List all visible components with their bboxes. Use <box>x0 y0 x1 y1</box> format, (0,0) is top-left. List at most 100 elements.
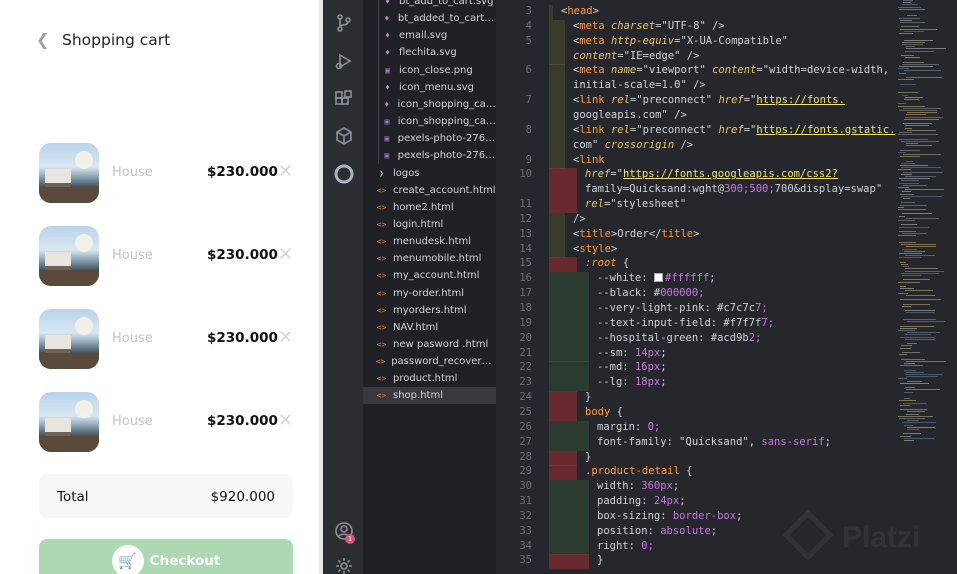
explorer-file[interactable]: <> my_account.html <box>363 267 496 284</box>
indent-marker <box>549 480 589 496</box>
code-line[interactable]: font-family: "Quicksand", sans-serif; <box>597 436 831 448</box>
code-line[interactable]: <link rel="preconnect" href="https://fon… <box>573 94 845 106</box>
code-line[interactable]: } <box>585 391 591 403</box>
explorer-file[interactable]: ▣ icon_close.png <box>363 62 496 79</box>
line-number: 29 <box>519 465 532 478</box>
code-line[interactable]: --md: 16px; <box>597 361 667 373</box>
minimap-line <box>899 231 916 232</box>
remote-explorer-icon[interactable] <box>333 126 355 148</box>
close-icon[interactable]: ✕ <box>278 410 293 431</box>
explorer-file[interactable]: ▣ icon_shopping_cart.... <box>363 113 496 130</box>
code-line[interactable]: <link rel="preconnect" href="https://fon… <box>573 124 895 136</box>
code-line[interactable]: <style> <box>573 243 617 255</box>
code-line[interactable]: margin: 0; <box>597 421 660 433</box>
minimap-line <box>901 272 939 274</box>
explorer-file-name: password_recovery2.h... <box>391 356 496 368</box>
code-line[interactable]: content="IE=edge" /> <box>573 50 699 62</box>
explorer-file[interactable]: <> NAV.html <box>363 319 496 336</box>
html-file-icon: <> <box>376 219 387 229</box>
close-icon[interactable]: ✕ <box>278 161 293 182</box>
minimap-line <box>907 112 937 114</box>
code-line[interactable]: } <box>597 554 603 566</box>
code-line[interactable]: --very-light-pink: #c7c7c7; <box>597 302 768 314</box>
explorer-file[interactable]: <> home2.html <box>363 199 496 216</box>
indent-marker <box>549 257 577 273</box>
cart-item: House $230.000 ✕ <box>39 143 299 203</box>
code-line[interactable]: family=Quicksand:wght@300;500;700&displa… <box>585 183 882 195</box>
explorer-file[interactable]: ♦ email.svg <box>363 27 496 44</box>
code-line[interactable]: --hospital-green: #acd9b2; <box>597 332 761 344</box>
code-line[interactable]: rel="stylesheet" <box>585 198 686 210</box>
code-line[interactable]: } <box>585 451 591 463</box>
minimap[interactable] <box>898 0 948 441</box>
line-number: 27 <box>519 435 532 448</box>
explorer-file[interactable]: ♦ icon_shopping_cart_... <box>363 96 496 113</box>
code-line[interactable]: initial-scale=1.0" /> <box>573 79 706 91</box>
chevron-left-icon[interactable]: ❮ <box>36 30 60 49</box>
explorer-file[interactable]: <> new pasword .html <box>363 336 496 353</box>
code-line[interactable]: --black: #000000; <box>597 287 704 299</box>
explorer-file[interactable]: <> menudesk.html <box>363 233 496 250</box>
checkout-button[interactable]: 🛒 Checkout <box>39 539 293 574</box>
product-thumbnail[interactable] <box>39 309 99 369</box>
code-line[interactable]: padding: 24px; <box>597 495 686 507</box>
code-line[interactable]: <meta http-equiv="X-UA-Compatible" <box>573 35 788 47</box>
source-control-icon[interactable] <box>333 13 355 35</box>
code-line[interactable]: com" crossorigin /> <box>573 139 693 151</box>
indent-marker <box>549 539 589 555</box>
color-swatch[interactable] <box>653 273 663 283</box>
minimap-line <box>898 169 911 171</box>
product-thumbnail[interactable] <box>39 392 99 452</box>
explorer-file[interactable]: <> product.html <box>363 370 496 387</box>
explorer-file[interactable]: <> create_account.html <box>363 182 496 199</box>
svg-file-icon: ♦ <box>385 31 390 41</box>
settings-icon[interactable] <box>333 556 355 574</box>
explorer-file[interactable]: ♦ bt_add_to_cart.svg <box>363 0 496 10</box>
code-line[interactable]: <meta charset="UTF-8" /> <box>573 20 725 32</box>
explorer-file[interactable]: ♦ icon_menu.svg <box>363 79 496 96</box>
line-number: 4 <box>525 19 532 32</box>
explorer-file[interactable]: <> shop.html <box>363 387 496 405</box>
code-line[interactable]: .product-detail { <box>585 465 692 477</box>
html-file-icon: <> <box>375 357 386 367</box>
code-line[interactable]: --text-input-field: #f7f7f7; <box>597 317 774 329</box>
code-line[interactable]: <link <box>573 154 605 166</box>
run-debug-icon[interactable] <box>333 51 355 73</box>
code-line[interactable]: --sm: 14px; <box>597 347 667 359</box>
explorer-file[interactable]: <> my-order.html <box>363 285 496 302</box>
product-thumbnail[interactable] <box>39 143 99 203</box>
code-line[interactable]: googleapis.com" /> <box>573 109 687 121</box>
product-thumbnail[interactable] <box>39 226 99 286</box>
close-icon[interactable]: ✕ <box>278 244 293 265</box>
explorer-file[interactable]: ♦ bt_added_to_cart.svg <box>363 10 496 27</box>
edge-devtools-icon[interactable] <box>333 164 355 186</box>
explorer-file[interactable]: ▣ pexels-photo-27651... <box>363 147 496 164</box>
code-line[interactable]: :root { <box>585 257 629 269</box>
code-line[interactable]: <meta name="viewport" content="width=dev… <box>573 64 889 76</box>
explorer-folder[interactable]: ❯ logos <box>363 165 496 182</box>
code-line[interactable]: --lg: 18px; <box>597 376 667 388</box>
code-line[interactable]: box-sizing: border-box; <box>597 510 742 522</box>
minimap-line <box>900 404 910 406</box>
explorer-file[interactable]: <> password_recovery2.h... <box>363 353 496 370</box>
close-icon[interactable]: ✕ <box>278 327 293 348</box>
code-line[interactable]: href="https://fonts.googleapis.com/css2? <box>585 168 838 180</box>
code-line[interactable]: --white: #ffffff; <box>597 272 716 284</box>
line-number: 9 <box>525 153 532 166</box>
extensions-icon[interactable] <box>333 89 355 111</box>
code-line[interactable]: /> <box>573 213 586 225</box>
explorer-file[interactable]: <> login.html <box>363 216 496 233</box>
explorer-file[interactable]: ▣ pexels-photo-27651... <box>363 130 496 147</box>
code-line[interactable]: width: 360px; <box>597 480 679 492</box>
code-line[interactable]: body { <box>585 406 623 418</box>
code-line[interactable]: <head> <box>561 5 599 17</box>
code-line[interactable]: position: absolute; <box>597 525 717 537</box>
explorer-file[interactable]: <> menumobile.html <box>363 250 496 267</box>
line-number: 34 <box>519 539 532 552</box>
code-line[interactable]: right: 0; <box>597 540 654 552</box>
explorer-file[interactable]: <> myorders.html <box>363 302 496 319</box>
explorer-file[interactable]: ♦ flechita.svg <box>363 44 496 61</box>
code-line[interactable]: <title>Order</title> <box>573 228 699 240</box>
item-price: $230.000 <box>207 247 278 263</box>
minimap-line <box>899 33 913 34</box>
